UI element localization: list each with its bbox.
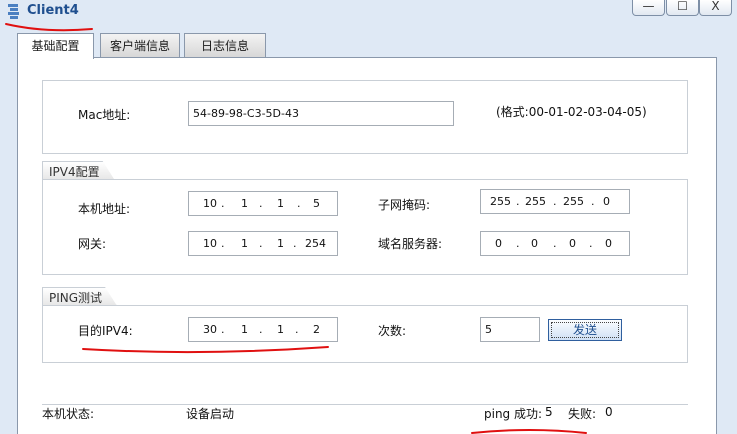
mac-label: Mac地址: xyxy=(78,108,131,122)
mac-format-hint: (格式:00-01-02-03-04-05) xyxy=(496,105,647,119)
app-icon xyxy=(8,4,19,19)
local-ip-label: 本机地址: xyxy=(78,202,131,216)
close-button[interactable]: X xyxy=(699,0,732,16)
local-ip-input[interactable]: 10 . 1 . 1 . 5 xyxy=(188,191,338,216)
ping-fail-label: 失败: xyxy=(568,407,597,421)
mac-address-input[interactable]: 54-89-98-C3-5D-43 xyxy=(188,101,454,126)
target-ip-label: 目的IPV4: xyxy=(78,324,133,338)
tab-content-panel: Mac地址: 54-89-98-C3-5D-43 (格式:00-01-02-03… xyxy=(17,57,717,434)
title-bar: Client4 — ☐ X xyxy=(0,0,737,24)
window-title: Client4 xyxy=(27,3,79,18)
ping-group-label: PING测试 xyxy=(42,287,117,306)
minimize-button[interactable]: — xyxy=(632,0,665,16)
gateway-input[interactable]: 10 . 1 . 1 . 254 xyxy=(188,231,338,256)
target-ip-input[interactable]: 30 . 1 . 1 . 2 xyxy=(188,317,338,342)
ipv4-group-label: IPV4配置 xyxy=(42,161,115,180)
ping-success-count: 5 xyxy=(545,405,553,419)
tab-basic-config[interactable]: 基础配置 xyxy=(17,33,94,59)
count-label: 次数: xyxy=(378,324,407,338)
gateway-label: 网关: xyxy=(78,237,107,251)
dns-server-input[interactable]: 0 . 0 . 0 . 0 xyxy=(480,231,630,256)
subnet-mask-label: 子网掩码: xyxy=(378,198,431,212)
send-button[interactable]: 发送 xyxy=(548,319,622,341)
ping-fail-count: 0 xyxy=(605,405,613,419)
dns-server-label: 域名服务器: xyxy=(378,237,443,251)
status-value: 设备启动 xyxy=(186,407,235,421)
tab-client-info[interactable]: 客户端信息 xyxy=(100,33,180,58)
ping-success-label: ping 成功: xyxy=(484,407,543,421)
maximize-button[interactable]: ☐ xyxy=(666,0,699,16)
subnet-mask-input[interactable]: 255 . 255 . 255 . 0 xyxy=(480,189,630,214)
status-label: 本机状态: xyxy=(42,407,95,421)
tab-log-info[interactable]: 日志信息 xyxy=(184,33,266,58)
count-input[interactable]: 5 xyxy=(480,317,540,342)
